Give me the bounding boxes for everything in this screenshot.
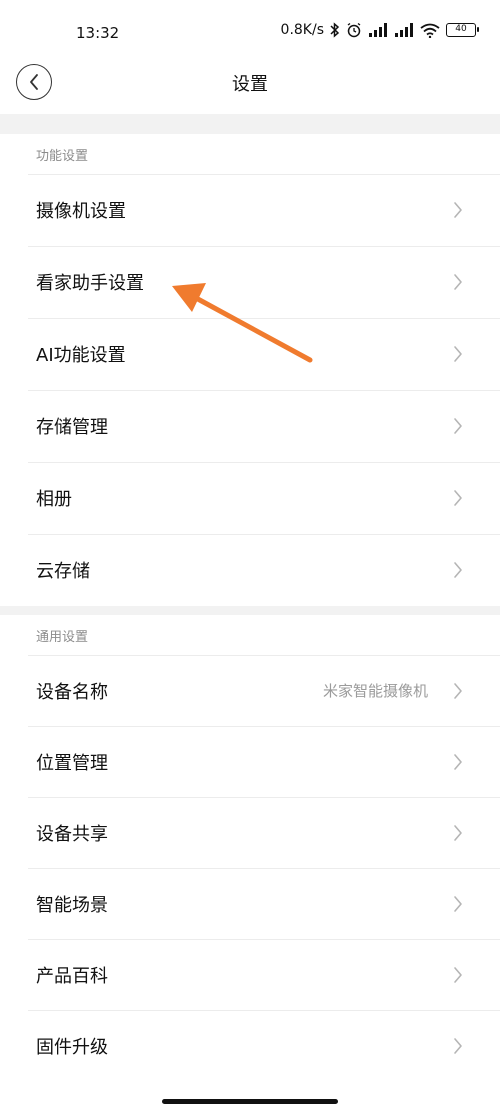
function-settings-section: 功能设置 摄像机设置 看家助手设置 AI功能设置 存储管理 相册 云存储 <box>0 134 500 606</box>
chevron-right-icon <box>454 418 462 434</box>
list-item-product-wiki[interactable]: 产品百科 <box>0 939 500 1010</box>
list-item-location-management[interactable]: 位置管理 <box>0 726 500 797</box>
list-item-label: 位置管理 <box>36 752 108 774</box>
section-divider <box>0 114 500 134</box>
list-item-label: 设备共享 <box>36 823 108 845</box>
list-item-smart-scenes[interactable]: 智能场景 <box>0 868 500 939</box>
chevron-right-icon <box>454 966 462 983</box>
chevron-right-icon <box>454 202 462 218</box>
wifi-icon <box>420 23 440 38</box>
battery-icon: 40 <box>446 23 479 37</box>
status-bar: 13:32 0.8K/s 40 <box>0 0 500 60</box>
signal-icon <box>369 23 387 37</box>
list-item-cloud-storage[interactable]: 云存储 <box>0 534 500 606</box>
section-divider <box>0 605 500 615</box>
list-item-device-sharing[interactable]: 设备共享 <box>0 797 500 868</box>
list-item-ai-settings[interactable]: AI功能设置 <box>0 318 500 390</box>
list-item-label: 设备名称 <box>36 681 108 703</box>
list-item-label: 产品百科 <box>36 965 108 987</box>
list-item-label: 智能场景 <box>36 894 108 916</box>
chevron-right-icon <box>454 753 462 770</box>
list-item-home-guard-settings[interactable]: 看家助手设置 <box>0 246 500 318</box>
list-item-label: AI功能设置 <box>36 345 126 366</box>
list-item-camera-settings[interactable]: 摄像机设置 <box>0 174 500 246</box>
list-item-label: 看家助手设置 <box>36 273 144 294</box>
list-item-device-name[interactable]: 设备名称 米家智能摄像机 <box>0 655 500 726</box>
bluetooth-icon <box>330 22 340 38</box>
section-header: 功能设置 <box>36 148 89 164</box>
list-item-label: 摄像机设置 <box>36 201 126 222</box>
nav-bar: 设置 <box>0 60 500 110</box>
signal-hd-icon <box>395 23 413 37</box>
alarm-icon <box>347 22 361 38</box>
list-item-label: 相册 <box>36 489 72 510</box>
chevron-right-icon <box>454 562 462 578</box>
status-icons: 0.8K/s 40 <box>280 22 479 38</box>
list-item-firmware-upgrade[interactable]: 固件升级 <box>0 1010 500 1081</box>
chevron-right-icon <box>454 490 462 506</box>
section-header: 通用设置 <box>36 629 89 645</box>
chevron-right-icon <box>454 895 462 912</box>
chevron-right-icon <box>454 346 462 362</box>
chevron-right-icon <box>454 274 462 290</box>
page-title: 设置 <box>232 74 268 95</box>
status-time: 13:32 <box>76 24 120 42</box>
device-name-value: 米家智能摄像机 <box>322 682 428 700</box>
home-indicator[interactable] <box>162 1099 338 1104</box>
list-item-label: 存储管理 <box>36 417 108 438</box>
chevron-right-icon <box>454 824 462 841</box>
chevron-right-icon <box>454 682 462 699</box>
network-speed: 0.8K/s <box>280 22 324 38</box>
chevron-right-icon <box>454 1037 462 1054</box>
list-item-label: 固件升级 <box>36 1036 108 1058</box>
list-item-album[interactable]: 相册 <box>0 462 500 534</box>
general-settings-section: 通用设置 设备名称 米家智能摄像机 位置管理 设备共享 智能场景 产品百科 固件… <box>0 615 500 1081</box>
list-item-label: 云存储 <box>36 561 90 582</box>
list-item-storage-management[interactable]: 存储管理 <box>0 390 500 462</box>
